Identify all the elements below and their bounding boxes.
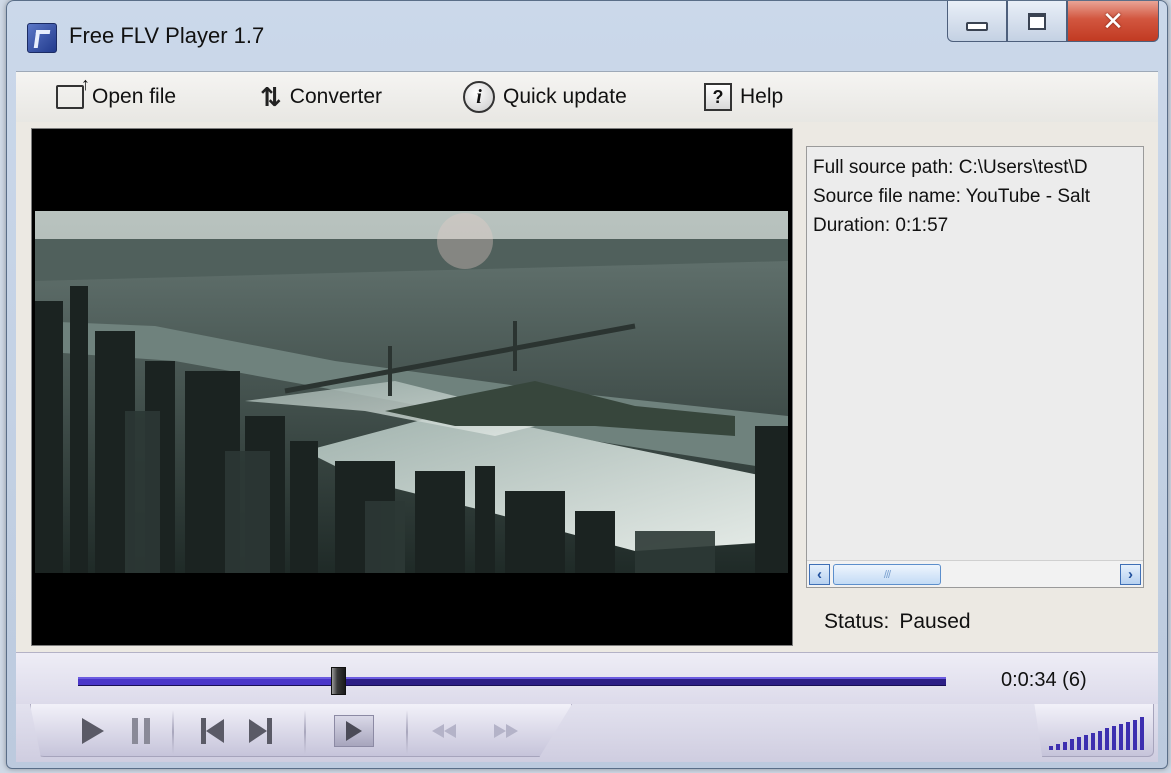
fast-forward-button[interactable] (492, 716, 520, 746)
app-logo-icon (27, 23, 57, 53)
info-icon: i (463, 81, 495, 113)
volume-slider[interactable] (1049, 717, 1144, 750)
status-line: Status: Paused (824, 610, 971, 634)
minimize-icon (966, 21, 988, 31)
horizontal-scrollbar[interactable]: ‹ /// › (807, 560, 1143, 587)
pause-icon (132, 718, 150, 744)
seek-bar[interactable] (78, 667, 946, 695)
file-info-panel[interactable]: Full source path: C:\Users\test\D Source… (806, 146, 1144, 588)
close-button[interactable]: ✕ (1067, 1, 1159, 42)
play-icon (82, 718, 104, 744)
title-bar[interactable]: Free FLV Player 1.7 ✕ (7, 1, 1167, 71)
video-frame (35, 211, 788, 573)
volume-bar (1098, 730, 1102, 750)
volume-bar (1091, 732, 1095, 750)
scroll-left-button[interactable]: ‹ (809, 564, 830, 585)
volume-bar (1084, 735, 1088, 750)
volume-bar (1070, 739, 1074, 750)
volume-bar (1063, 741, 1067, 750)
video-panel[interactable] (31, 128, 793, 646)
open-file-button[interactable]: Open file (56, 74, 177, 113)
fast-forward-icon (494, 724, 518, 738)
seek-handle[interactable] (330, 667, 346, 695)
volume-bar (1112, 726, 1116, 750)
previous-button[interactable] (194, 716, 230, 746)
main-area: Full source path: C:\Users\test\D Source… (16, 122, 1158, 652)
quick-update-button[interactable]: i Quick update (463, 81, 627, 113)
maximize-icon (1028, 12, 1046, 30)
rewind-button[interactable] (430, 716, 458, 746)
transport-panel (30, 704, 572, 757)
volume-bar (1049, 746, 1053, 750)
help-label: Help (740, 85, 784, 108)
seek-progress (78, 679, 337, 685)
maximize-button[interactable] (1007, 1, 1067, 42)
status-value: Paused (899, 610, 971, 633)
pause-button[interactable] (128, 716, 154, 746)
previous-icon (200, 718, 224, 744)
divider (406, 710, 408, 754)
frame-step-button[interactable] (334, 715, 374, 747)
scrollbar-thumb[interactable]: /// (833, 564, 941, 585)
open-file-icon (56, 74, 90, 109)
control-bar (16, 704, 1158, 762)
duration: Duration: 0:1:57 (813, 215, 949, 236)
volume-bar (1126, 721, 1130, 750)
file-info-text: Full source path: C:\Users\test\D Source… (813, 153, 1090, 240)
volume-bar (1119, 724, 1123, 750)
chevron-left-icon: ‹ (817, 566, 822, 583)
chevron-right-icon: › (1128, 566, 1133, 583)
app-window: Free FLV Player 1.7 ✕ Open file ⇅ Conver… (6, 0, 1168, 769)
status-label: Status: (824, 610, 890, 633)
converter-label: Converter (289, 85, 382, 108)
help-icon: ? (704, 83, 732, 111)
minimize-button[interactable] (947, 1, 1007, 42)
open-file-label: Open file (92, 85, 177, 108)
scroll-right-button[interactable]: › (1120, 564, 1141, 585)
volume-bar (1140, 717, 1144, 750)
divider (304, 710, 306, 754)
next-icon (248, 718, 272, 744)
next-button[interactable] (242, 716, 278, 746)
full-source-path: Full source path: C:\Users\test\D (813, 157, 1088, 178)
source-file-name: Source file name: YouTube - Salt (813, 186, 1091, 207)
menu-toolbar: Open file ⇅ Converter i Quick update ? H… (16, 71, 1158, 123)
converter-button[interactable]: ⇅ Converter (260, 81, 382, 113)
play-button[interactable] (78, 716, 108, 746)
volume-bar (1056, 743, 1060, 750)
volume-bar (1077, 737, 1081, 750)
seek-area: 0:0:34 (6) (16, 652, 1158, 705)
rewind-icon (432, 724, 456, 738)
volume-bar (1133, 719, 1137, 750)
divider (172, 710, 174, 754)
help-button[interactable]: ? Help (704, 81, 783, 113)
volume-bar (1105, 728, 1109, 750)
window-controls: ✕ (947, 1, 1159, 43)
frame-step-icon (334, 715, 374, 747)
close-icon: ✕ (1102, 6, 1124, 36)
window-title: Free FLV Player 1.7 (69, 23, 265, 48)
quick-update-label: Quick update (503, 85, 627, 108)
convert-arrows-icon: ⇅ (260, 81, 282, 112)
time-readout: 0:0:34 (6) (1001, 669, 1087, 691)
